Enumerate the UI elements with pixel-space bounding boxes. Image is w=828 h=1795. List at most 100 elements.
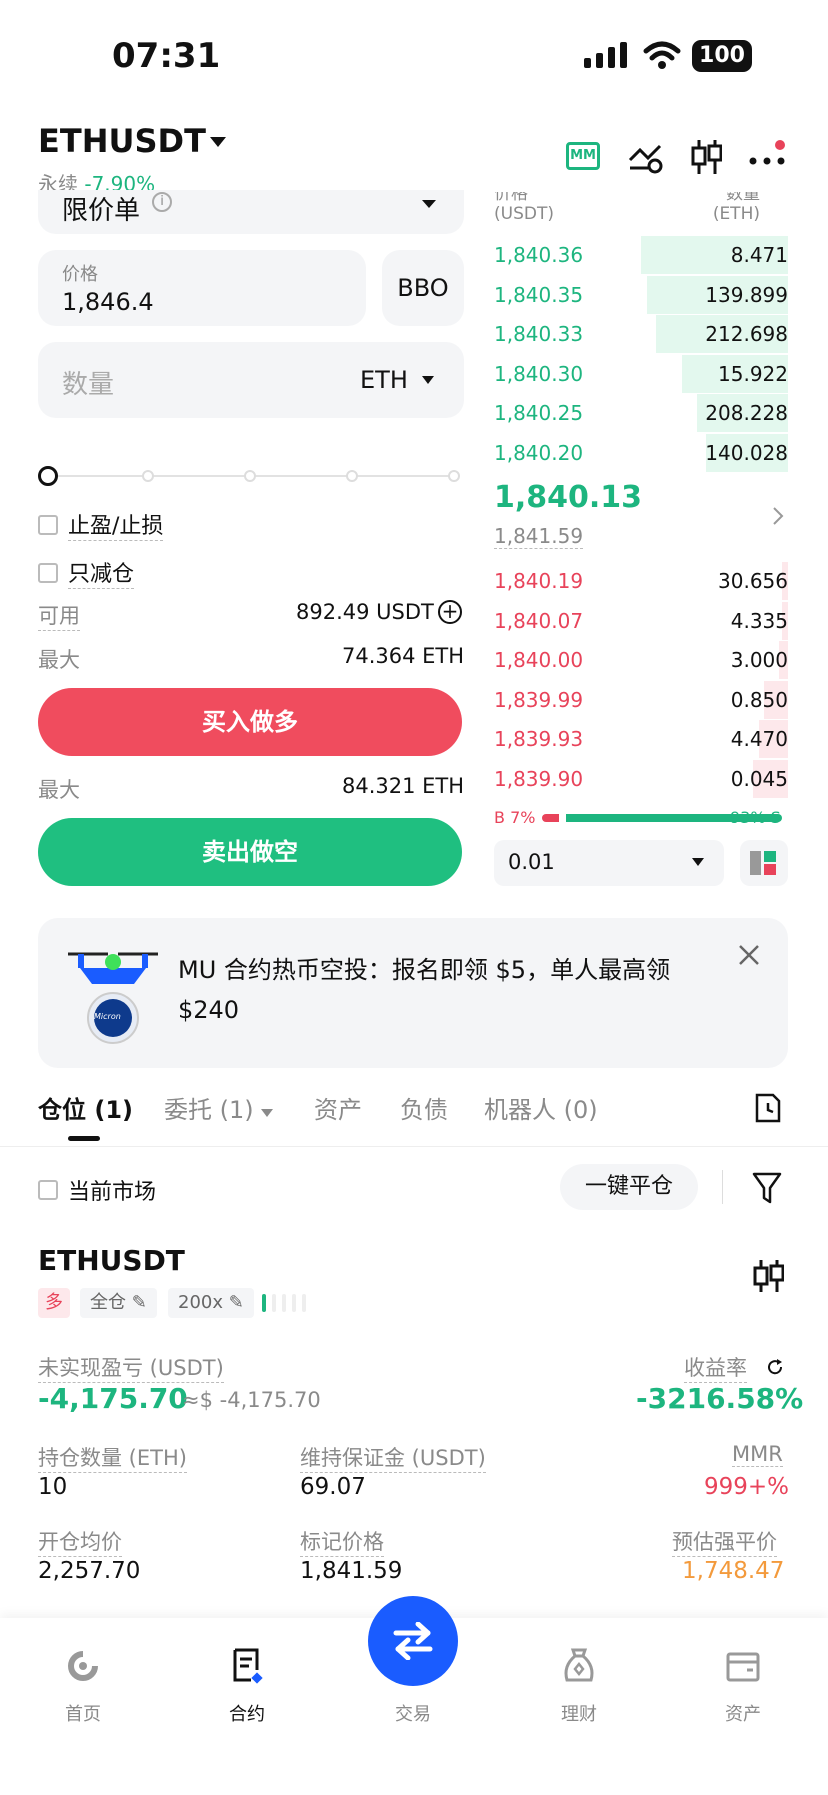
orderbook-bid-price: 1,840.35: [494, 282, 584, 307]
chart-signal-icon[interactable]: [628, 140, 664, 178]
position-symbol[interactable]: ETHUSDT: [38, 1244, 185, 1277]
quantity-slider[interactable]: [38, 466, 464, 486]
orderbook-bid-row[interactable]: 1,840.35 139.899: [494, 275, 788, 314]
tab-orders[interactable]: 委托 (1): [164, 1090, 274, 1125]
current-market-checkbox[interactable]: 当前市场: [38, 1174, 156, 1206]
pnl-approx: ≈$ -4,175.70: [182, 1388, 321, 1412]
orderbook-ask-row[interactable]: 1,839.99 0.850: [494, 680, 788, 719]
orderbook-bid-row[interactable]: 1,840.33 212.698: [494, 315, 788, 353]
chevron-down-icon: [692, 858, 704, 866]
orderbook-ask-row[interactable]: 1,839.93 4.470: [494, 720, 788, 758]
status-time: 07:31: [112, 36, 221, 76]
position-chart-icon[interactable]: [752, 1258, 784, 1294]
liq-price-label: 预估强平价: [672, 1526, 777, 1557]
orderbook-ask-row[interactable]: 1,839.90 0.045: [494, 759, 788, 798]
orderbook-qty-header: 数量 (ETH): [712, 192, 760, 224]
quantity-input[interactable]: 数量 ETH: [38, 342, 464, 418]
orderbook-ask-qty: 30.656: [718, 569, 788, 593]
liq-price-value: 1,748.47: [682, 1558, 785, 1584]
history-icon[interactable]: [754, 1092, 782, 1124]
signal-icon: [584, 42, 630, 72]
order-type-select[interactable]: 限价单 i: [38, 190, 464, 234]
pnl-value: -4,175.70: [38, 1382, 188, 1415]
mark-price-label: 标记价格: [300, 1526, 384, 1557]
entry-price-value: 2,257.70: [38, 1558, 141, 1584]
orderbook-bid-price: 1,840.30: [494, 361, 584, 386]
tab-bots[interactable]: 机器人 (0): [484, 1090, 598, 1125]
tick-size-select[interactable]: 0.01: [494, 840, 724, 886]
close-icon[interactable]: [738, 944, 760, 966]
tab-liabilities[interactable]: 负债: [400, 1090, 448, 1125]
nav-home[interactable]: 首页: [38, 1646, 128, 1725]
symbol-dropdown-icon[interactable]: [210, 134, 226, 153]
tab-assets[interactable]: 资产: [314, 1090, 362, 1125]
buy-sell-ratio: B 7% 93% S: [494, 808, 788, 828]
price-input[interactable]: 价格 1,846.4: [38, 250, 366, 326]
unit-dropdown-icon[interactable]: [422, 376, 434, 385]
orderbook-ask-price: 1,840.07: [494, 608, 584, 633]
filter-icon[interactable]: [752, 1172, 782, 1204]
available-label: 可用: [38, 600, 80, 631]
orderbook-bid-row[interactable]: 1,840.36 8.471: [494, 236, 788, 274]
tp-sl-checkbox[interactable]: 止盈/止损: [38, 508, 164, 541]
roe-label: 收益率: [684, 1352, 747, 1383]
orderbook-ask-price: 1,839.93: [494, 727, 584, 751]
chevron-down-icon: [261, 1109, 274, 1117]
wallet-icon: [726, 1652, 760, 1682]
orderbook-bid-qty: 8.471: [730, 243, 788, 267]
wifi-icon: [642, 40, 682, 74]
orderbook-bid-qty: 208.228: [705, 401, 788, 425]
orderbook-bid-price: 1,840.36: [494, 243, 584, 267]
tick-size-value: 0.01: [508, 850, 555, 874]
reduce-only-checkbox[interactable]: 只减仓: [38, 556, 135, 589]
battery-icon: 100: [692, 40, 752, 72]
bbo-button[interactable]: BBO: [382, 250, 464, 326]
orderbook-bid-row[interactable]: 1,840.30 15.922: [494, 354, 788, 393]
nav-assets[interactable]: 资产: [698, 1646, 788, 1725]
orderbook-ask-row[interactable]: 1,840.07 4.335: [494, 601, 788, 640]
transfer-plus-icon[interactable]: +: [438, 600, 462, 624]
orderbook-ask-qty: 4.335: [730, 608, 788, 633]
symbol-title[interactable]: ETHUSDT: [38, 122, 206, 160]
last-price: 1,840.13: [494, 480, 643, 515]
orderbook-bid-price: 1,840.33: [494, 322, 584, 346]
pnl-label: 未实现盈亏 (USDT): [38, 1352, 224, 1383]
candlestick-icon[interactable]: [690, 138, 723, 180]
info-icon[interactable]: i: [152, 192, 172, 212]
quantity-unit[interactable]: ETH: [360, 366, 408, 394]
swap-button[interactable]: [368, 1596, 458, 1686]
chevron-right-icon[interactable]: [772, 506, 784, 526]
refresh-icon[interactable]: [766, 1358, 784, 1376]
orderbook-layout-icon[interactable]: [740, 840, 788, 886]
home-icon: [68, 1651, 98, 1681]
orderbook-ask-qty: 3.000: [730, 648, 788, 672]
orderbook-ask-row[interactable]: 1,840.19 30.656: [494, 562, 788, 600]
nav-contract[interactable]: 合约: [202, 1646, 292, 1725]
mm-icon[interactable]: MM: [566, 142, 600, 170]
slider-handle[interactable]: [38, 466, 58, 486]
margin-mode-badge[interactable]: 全仓 ✎: [80, 1288, 157, 1318]
orderbook-ask-row[interactable]: 1,840.00 3.000: [494, 641, 788, 679]
price-label: 价格: [62, 264, 98, 285]
mark-price: 1,841.59: [494, 524, 584, 549]
mark-price-value: 1,841.59: [300, 1558, 403, 1584]
orderbook-bid-row[interactable]: 1,840.20 140.028: [494, 433, 788, 472]
orderbook-bid-row[interactable]: 1,840.25 208.228: [494, 394, 788, 432]
drone-logo-icon: Micron: [68, 948, 158, 1052]
orderbook-bid-qty: 212.698: [705, 322, 788, 346]
size-value: 10: [38, 1474, 68, 1500]
promo-banner[interactable]: Micron MU 合约热币空投：报名即领 $5，单人最高领 $240: [38, 918, 788, 1068]
more-icon[interactable]: [748, 152, 788, 171]
banner-text: MU 合约热币空投：报名即领 $5，单人最高领 $240: [178, 956, 671, 1024]
close-all-button[interactable]: 一键平仓: [560, 1164, 698, 1210]
risk-meter-icon: [262, 1292, 316, 1318]
nav-finance[interactable]: 理财: [534, 1646, 624, 1725]
nav-trade-label[interactable]: 交易: [368, 1700, 458, 1726]
orderbook-ask-price: 1,839.99: [494, 687, 584, 712]
quantity-placeholder: 数量: [62, 370, 115, 400]
orderbook-ask-qty: 4.470: [730, 727, 788, 751]
buy-long-button[interactable]: 买入做多: [38, 688, 462, 756]
sell-short-button[interactable]: 卖出做空: [38, 818, 462, 886]
tab-positions[interactable]: 仓位 (1): [38, 1090, 133, 1125]
leverage-badge[interactable]: 200x ✎: [168, 1288, 254, 1318]
